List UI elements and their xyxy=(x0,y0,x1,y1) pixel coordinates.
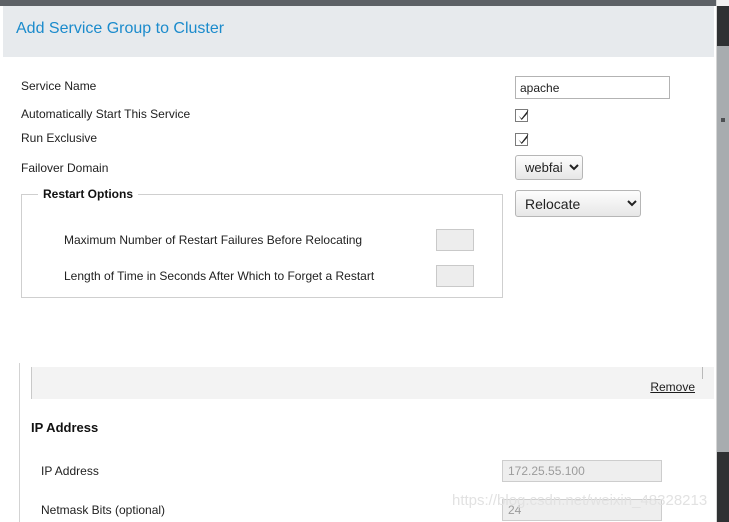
label-failover-domain: Failover Domain xyxy=(21,161,109,175)
label-length-of-time-forget-restart: Length of Time in Seconds After Which to… xyxy=(64,269,375,283)
control-auto-start[interactable] xyxy=(515,108,529,123)
control-ip-address[interactable] xyxy=(502,460,662,482)
remove-resource-link[interactable]: Remove xyxy=(650,380,695,394)
label-maximum-restart-failures: Maximum Number of Restart Failures Befor… xyxy=(64,233,363,247)
scrollbar-notch xyxy=(721,118,725,122)
resource-row-ip-address: IP Address xyxy=(20,460,700,484)
label-ip-address: IP Address xyxy=(41,464,99,478)
control-failover-domain[interactable]: webfail xyxy=(515,155,583,180)
auto-start-checkbox[interactable] xyxy=(515,109,529,123)
panel-header: Add Service Group to Cluster xyxy=(3,6,714,57)
resource-toolbar: Remove xyxy=(31,367,714,399)
control-recovery-policy[interactable]: Relocate xyxy=(515,190,641,217)
control-length-of-time-forget-restart[interactable] xyxy=(436,265,474,287)
scrollbar-thumb-bottom[interactable] xyxy=(717,452,729,522)
form-row-auto-start: Automatically Start This Service xyxy=(0,104,700,128)
app-window: Add Service Group to Cluster Service Nam… xyxy=(0,0,729,522)
control-run-exclusive[interactable] xyxy=(515,132,529,147)
form-row-run-exclusive: Run Exclusive xyxy=(0,128,700,152)
resource-panel: Remove IP Address IP Address Netmask Bit… xyxy=(19,363,714,522)
page-content: Add Service Group to Cluster Service Nam… xyxy=(0,6,714,522)
length-of-time-forget-restart-input[interactable] xyxy=(436,265,474,287)
checkmark-icon xyxy=(518,109,529,121)
run-exclusive-checkbox[interactable] xyxy=(515,133,529,147)
scrollbar-track[interactable] xyxy=(717,6,729,522)
netmask-bits-input[interactable] xyxy=(502,499,662,521)
resource-title: IP Address xyxy=(31,420,99,435)
scrollbar-thumb-top[interactable] xyxy=(717,6,729,46)
resource-row-netmask-bits: Netmask Bits (optional) xyxy=(20,499,700,522)
resource-divider-tick xyxy=(702,367,703,379)
label-run-exclusive: Run Exclusive xyxy=(21,131,98,145)
control-netmask-bits[interactable] xyxy=(502,499,662,521)
restart-row-max-failures: Maximum Number of Restart Failures Befor… xyxy=(22,229,504,253)
label-netmask-bits: Netmask Bits (optional) xyxy=(41,503,166,517)
ip-address-input[interactable] xyxy=(502,460,662,482)
page-title: Add Service Group to Cluster xyxy=(16,20,225,37)
restart-options-legend: Restart Options xyxy=(38,187,139,201)
form-row-service-name: Service Name xyxy=(0,76,700,100)
service-name-input[interactable] xyxy=(515,76,670,99)
recovery-policy-select[interactable]: Relocate xyxy=(515,190,641,217)
label-automatically-start-this-service: Automatically Start This Service xyxy=(21,107,191,121)
label-service-name: Service Name xyxy=(21,79,97,93)
checkmark-icon xyxy=(518,133,529,145)
restart-row-forget-time: Length of Time in Seconds After Which to… xyxy=(22,265,504,289)
restart-options-fieldset: Restart Options Maximum Number of Restar… xyxy=(21,187,504,298)
vertical-scrollbar[interactable] xyxy=(716,0,729,522)
control-service-name xyxy=(515,76,670,99)
maximum-restart-failures-input[interactable] xyxy=(436,229,474,251)
form-row-failover-domain: Failover Domain webfail xyxy=(0,155,700,180)
control-maximum-restart-failures[interactable] xyxy=(436,229,474,251)
failover-domain-select[interactable]: webfail xyxy=(515,155,583,180)
